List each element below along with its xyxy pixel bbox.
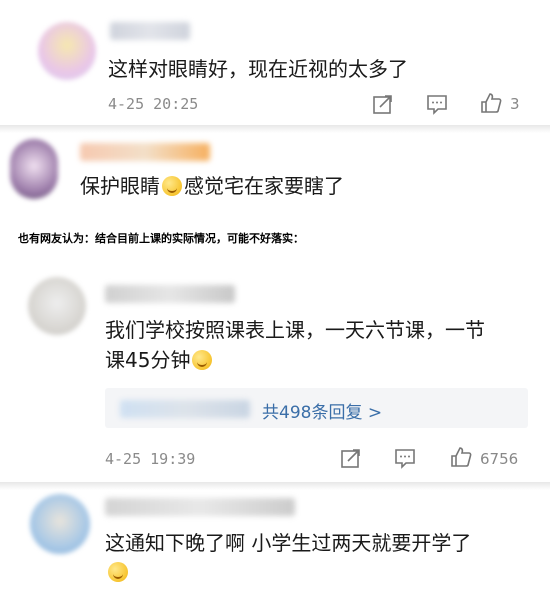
view-replies-link[interactable]: 共498条回复 > <box>262 398 382 423</box>
comment-icon[interactable] <box>426 93 448 115</box>
divider <box>0 482 550 490</box>
hushed-emoji <box>192 350 213 370</box>
username[interactable] <box>105 285 235 303</box>
comment-time: 4-25 19:39 <box>105 450 196 468</box>
comment-card-2: 保护眼睛 感觉宅在家要瞎了 <box>0 133 550 213</box>
comment-text-part: 保护眼睛 <box>80 174 160 198</box>
avatar[interactable] <box>10 139 58 199</box>
comment-text-part: 课45分钟 <box>105 348 191 372</box>
like-count: 6756 <box>480 450 519 468</box>
comment-text-line-2 <box>106 562 130 583</box>
username[interactable] <box>110 22 190 40</box>
laugh-cry-emoji <box>108 562 128 582</box>
reply-preview <box>120 400 250 418</box>
share-icon[interactable] <box>372 93 394 115</box>
comment-card-4: 这通知下晚了啊 小学生过两天就要开学了 <box>0 490 550 600</box>
comment-time: 4-25 20:25 <box>108 95 199 113</box>
comment-text-line-2: 课45分钟 <box>105 345 214 375</box>
laugh-cry-emoji <box>162 176 182 196</box>
username[interactable] <box>105 498 295 516</box>
divider <box>0 125 550 133</box>
like-count: 3 <box>510 95 520 113</box>
comment-text: 这样对眼睛好，现在近视的太多了 <box>108 57 408 81</box>
like-icon[interactable] <box>480 92 502 114</box>
avatar[interactable] <box>28 277 86 335</box>
avatar[interactable] <box>38 22 96 80</box>
share-icon[interactable] <box>340 447 362 469</box>
comment-text: 这通知下晚了啊 小学生过两天就要开学了 <box>105 531 472 555</box>
like-icon[interactable] <box>450 446 472 468</box>
comment-text-part: 感觉宅在家要瞎了 <box>184 174 344 198</box>
username[interactable] <box>80 143 210 161</box>
comment-text: 保护眼睛 感觉宅在家要瞎了 <box>80 171 344 201</box>
comment-card-1: 这样对眼睛好，现在近视的太多了 4-25 20:25 3 <box>0 0 550 125</box>
article-caption: 也有网友认为：结合目前上课的实际情况，可能不好落实： <box>18 232 304 245</box>
comment-icon[interactable] <box>394 447 416 469</box>
avatar[interactable] <box>30 494 90 554</box>
comment-text-line-1: 我们学校按照课表上课，一天六节课，一节 <box>105 318 485 342</box>
